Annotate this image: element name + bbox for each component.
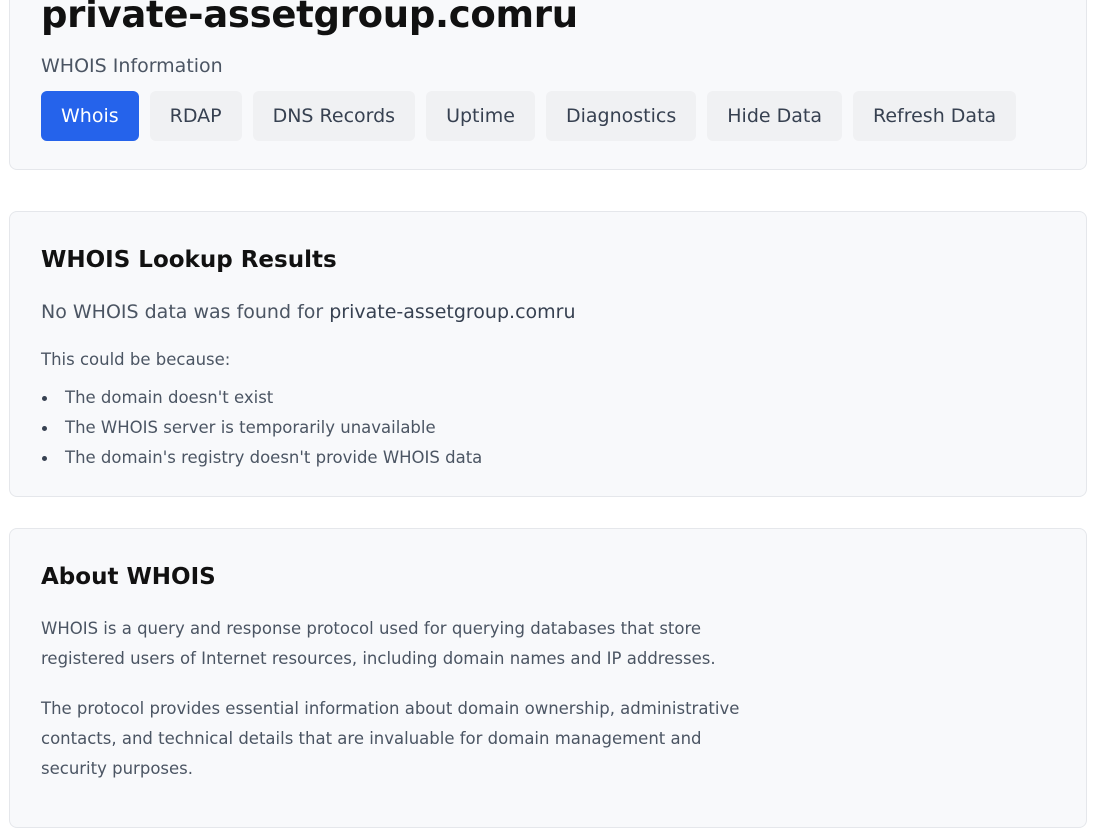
tab-diagnostics[interactable]: Diagnostics <box>546 91 697 141</box>
tab-whois[interactable]: Whois <box>41 91 139 141</box>
about-heading: About WHOIS <box>41 564 216 590</box>
about-paragraph: The protocol provides essential informat… <box>41 699 740 778</box>
tab-bar: Whois RDAP DNS Records Uptime Diagnostic… <box>41 91 1017 141</box>
reason-intro: This could be because: <box>41 350 231 369</box>
list-item: The WHOIS server is temporarily unavaila… <box>41 413 482 443</box>
about-whois-card: About WHOIS WHOIS is a query and respons… <box>9 528 1087 828</box>
no-data-prefix: No WHOIS data was found for <box>41 301 330 323</box>
no-data-message: No WHOIS data was found for private-asse… <box>41 299 576 325</box>
list-item: The domain doesn't exist <box>41 383 482 413</box>
domain-header-card: private-assetgroup.comru WHOIS Informati… <box>9 0 1087 170</box>
reason-list: The domain doesn't exist The WHOIS serve… <box>41 383 482 473</box>
refresh-data-button[interactable]: Refresh Data <box>853 91 1017 141</box>
domain-title: private-assetgroup.comru <box>41 0 578 36</box>
no-data-domain: private-assetgroup.comru <box>329 301 576 323</box>
results-heading: WHOIS Lookup Results <box>41 247 337 273</box>
hide-data-button[interactable]: Hide Data <box>707 91 842 141</box>
whois-results-card: WHOIS Lookup Results No WHOIS data was f… <box>9 211 1087 497</box>
list-item: The domain's registry doesn't provide WH… <box>41 443 482 473</box>
tab-rdap[interactable]: RDAP <box>149 91 242 141</box>
about-paragraph: WHOIS is a query and response protocol u… <box>41 619 716 668</box>
tab-dns-records[interactable]: DNS Records <box>252 91 416 141</box>
tab-uptime[interactable]: Uptime <box>426 91 535 141</box>
page-subtitle: WHOIS Information <box>41 55 223 77</box>
